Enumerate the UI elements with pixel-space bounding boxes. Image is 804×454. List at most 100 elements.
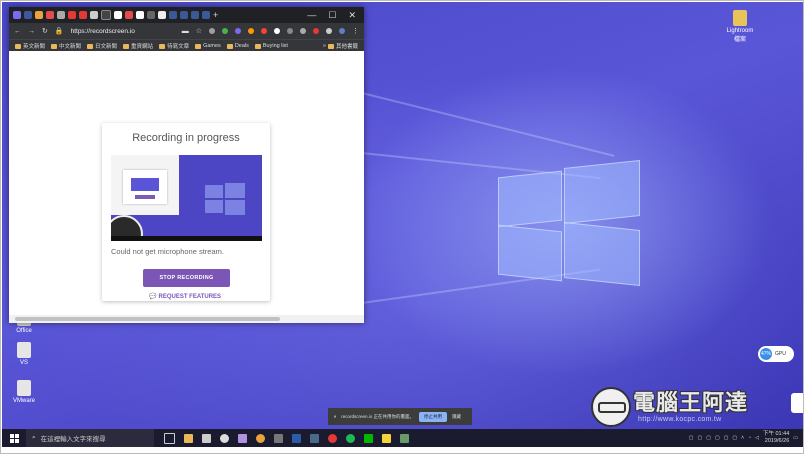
extension-icon[interactable] [300, 28, 306, 34]
tab-favicon-icon[interactable] [191, 11, 199, 19]
tab-favicon-icon[interactable] [57, 11, 65, 19]
tab-favicon-icon[interactable] [79, 11, 87, 19]
tab-favicon-icon[interactable] [114, 11, 122, 19]
extension-icon[interactable] [313, 28, 319, 34]
image-border [2, 447, 803, 453]
tab-favicon-icon[interactable] [125, 11, 133, 19]
download-icon[interactable] [287, 28, 293, 34]
bookmark-folder[interactable]: 英文新聞 [15, 42, 45, 50]
hide-button[interactable]: 隱藏 [452, 414, 461, 420]
bookmark-folder[interactable]: 中文新聞 [51, 42, 81, 50]
app-icon[interactable] [328, 433, 337, 443]
bookmark-folder[interactable]: Games [195, 43, 221, 49]
tab-favicon-icon[interactable] [101, 10, 111, 20]
tab-favicon-icon[interactable] [90, 11, 98, 19]
store-icon[interactable] [202, 433, 211, 443]
folder-icon [254, 43, 261, 49]
lightroom-icon[interactable] [310, 433, 319, 443]
start-button[interactable] [2, 433, 26, 443]
stop-recording-button[interactable]: STOP RECORDING [143, 269, 230, 287]
volume-icon[interactable]: ◁ [755, 435, 759, 441]
chrome-icon[interactable] [256, 433, 265, 443]
recording-card: Recording in progress Could not get micr… [102, 123, 270, 301]
tab-favicon-icon[interactable] [158, 11, 166, 19]
address-bar[interactable]: https://recordscreen.io [71, 28, 135, 35]
screen-share-icon[interactable]: ▬ [182, 28, 189, 35]
tray-icon[interactable]: ▢ [715, 435, 720, 441]
cloud-icon[interactable] [220, 433, 229, 443]
extension-icon[interactable] [261, 28, 267, 34]
chevron-up-icon[interactable]: ˄ [741, 435, 744, 441]
tab-favicon-icon[interactable] [35, 11, 43, 19]
bookmark-folder[interactable]: Deals [226, 43, 249, 49]
tab-favicon-icon[interactable] [202, 11, 210, 19]
new-tab-icon[interactable]: + [213, 10, 218, 20]
request-features-link[interactable]: 💬 REQUEST FEATURES [149, 293, 221, 301]
side-tab[interactable] [791, 393, 803, 413]
photoshop-icon[interactable] [292, 433, 301, 443]
other-bookmarks[interactable]: » 其他書籤 [323, 42, 358, 50]
menu-icon[interactable]: ⋮ [352, 27, 359, 35]
tab-strip: + — ☐ ✕ [9, 7, 364, 23]
maximize-button[interactable]: ☐ [328, 10, 336, 21]
notes-icon[interactable] [382, 433, 391, 443]
desktop-icon-vmware[interactable]: VMware [2, 380, 46, 404]
extension-icon[interactable] [248, 28, 254, 34]
task-view-icon[interactable] [164, 432, 175, 444]
tab-favicon-icon[interactable] [169, 11, 177, 19]
chevron-right-icon: » [322, 43, 326, 49]
spotify-icon[interactable] [346, 433, 355, 443]
stop-sharing-button[interactable]: 停止共用 [419, 411, 448, 422]
bookmark-label: Buying list [262, 43, 288, 49]
taskbar-search[interactable]: ⌕ 在這裡輸入文字來搜尋 [26, 429, 154, 447]
notifications-icon[interactable]: ▭ [793, 435, 798, 441]
app-icon[interactable] [274, 433, 283, 443]
tab-favicon-icon[interactable] [136, 11, 144, 19]
tab-favicon-icon[interactable] [46, 11, 54, 19]
tab-favicon-icon[interactable] [24, 11, 32, 19]
bookmark-folder[interactable]: 重資網站 [123, 42, 153, 50]
extension-icon[interactable] [209, 28, 215, 34]
tab-favicon-icon[interactable] [13, 11, 21, 19]
bookmark-folder[interactable]: 待寫文章 [159, 42, 189, 50]
minimize-button[interactable]: — [307, 10, 316, 21]
desktop-icon-label: Office [16, 328, 32, 334]
file-explorer-icon[interactable] [184, 433, 193, 443]
avatar[interactable] [339, 28, 345, 34]
scrollbar-thumb[interactable] [15, 317, 280, 321]
reload-icon[interactable]: ↻ [42, 27, 48, 35]
forward-icon[interactable]: → [28, 28, 35, 35]
tab-favicon-icon[interactable] [147, 11, 155, 19]
extension-icon[interactable] [274, 28, 280, 34]
wifi-icon[interactable]: ◔ [748, 435, 751, 441]
tray-icon[interactable]: ▢ [706, 435, 711, 441]
tray-icon[interactable]: ▢ [724, 435, 729, 441]
screen-share-bar: ⏸ recordscreen.io 正在共用你的畫面。 停止共用 隱藏 [328, 408, 472, 425]
desktop-icon-vs[interactable]: VS [2, 342, 46, 366]
extension-icon[interactable] [235, 28, 241, 34]
extension-icon[interactable] [326, 28, 332, 34]
preview-windows-logo [205, 183, 245, 215]
horizontal-scrollbar[interactable] [9, 315, 364, 323]
gpu-widget[interactable]: 47% GPU [758, 346, 794, 362]
tray-icon[interactable]: ▢ [689, 435, 694, 441]
extension-icon[interactable] [222, 28, 228, 34]
desktop-icon-label: VS [19, 360, 28, 366]
app-icon[interactable] [238, 433, 247, 443]
bookmark-folder[interactable]: Buying list [254, 43, 288, 49]
tab-favicon-icon[interactable] [68, 11, 76, 19]
star-icon[interactable]: ☆ [196, 27, 202, 35]
desktop-icon-lightroom[interactable]: Lightroom 檔案 [718, 10, 762, 43]
back-icon[interactable]: ← [14, 28, 21, 35]
tray-icon[interactable]: ▢ [732, 435, 737, 441]
bookmark-label: Deals [234, 43, 249, 49]
line-icon[interactable] [364, 433, 373, 443]
close-button[interactable]: ✕ [348, 10, 356, 21]
taskbar-apps [164, 432, 409, 444]
app-icon[interactable] [400, 433, 409, 443]
bookmark-folder[interactable]: 日文新聞 [87, 42, 117, 50]
clock[interactable]: 下午 01:44 2019/6/26 [763, 431, 789, 445]
tab-favicon-icon[interactable] [180, 11, 188, 19]
tray-icon[interactable]: ▢ [697, 435, 702, 441]
gpu-percent: 47% [760, 348, 772, 360]
